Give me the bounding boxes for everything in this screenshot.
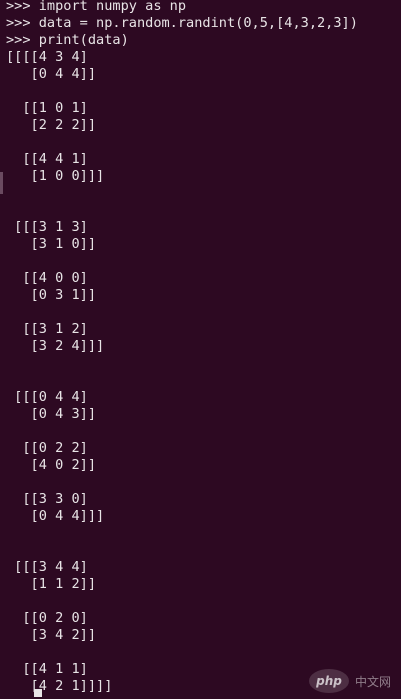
terminal-line: [[4 4 1] xyxy=(6,151,88,167)
terminal-line: >>> data = np.random.randint(0,5,[4,3,2,… xyxy=(6,15,358,31)
terminal-line: [0 4 4]] xyxy=(6,66,97,82)
terminal-line: [[4 0 0] xyxy=(6,270,88,286)
terminal-line: [[[3 4 4] xyxy=(6,559,88,575)
terminal-line: [0 3 1]] xyxy=(6,287,97,303)
text-cursor xyxy=(34,689,42,697)
terminal-line: [[[[4 3 4] xyxy=(6,49,88,65)
terminal-line: [2 2 2]] xyxy=(6,117,97,133)
terminal-line: [[1 0 1] xyxy=(6,100,88,116)
terminal-line: [[0 2 0] xyxy=(6,610,88,626)
terminal-output[interactable]: >>> import numpy as np >>> data = np.rand… xyxy=(6,0,397,699)
terminal-line: >>> print(data) xyxy=(6,32,129,48)
terminal-line: [1 0 0]]] xyxy=(6,168,105,184)
terminal-line: [3 1 0]] xyxy=(6,236,97,252)
terminal-line: [0 4 3]] xyxy=(6,406,97,422)
terminal-line: [[3 3 0] xyxy=(6,491,88,507)
terminal-line: [1 1 2]] xyxy=(6,576,97,592)
site-watermark: php 中文网 xyxy=(308,669,391,693)
terminal-line: [3 4 2]] xyxy=(6,627,97,643)
terminal-line: [4 0 2]] xyxy=(6,457,97,473)
terminal-line: [[[3 1 3] xyxy=(6,219,88,235)
php-logo: php xyxy=(308,669,349,693)
terminal-line: [[3 1 2] xyxy=(6,321,88,337)
window-edge-marker xyxy=(0,172,3,194)
terminal-line: [3 2 4]]] xyxy=(6,338,105,354)
terminal-window[interactable]: >>> import numpy as np >>> data = np.rand… xyxy=(0,0,401,699)
terminal-line: [0 4 4]]] xyxy=(6,508,105,524)
terminal-line: [[[0 4 4] xyxy=(6,389,88,405)
watermark-text: 中文网 xyxy=(354,674,391,689)
terminal-line: >>> import numpy as np xyxy=(6,0,187,14)
terminal-line: [[0 2 2] xyxy=(6,440,88,456)
